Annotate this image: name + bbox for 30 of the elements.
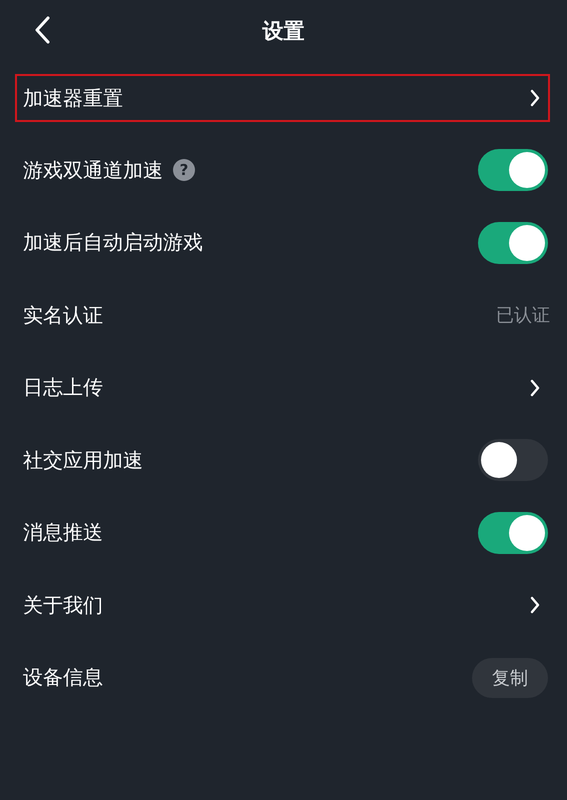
row-label: 加速器重置 bbox=[23, 84, 123, 112]
settings-row[interactable]: 加速后自动启动游戏 bbox=[15, 208, 550, 278]
settings-row[interactable]: 日志上传 bbox=[15, 352, 550, 422]
chevron-right-icon bbox=[530, 89, 540, 107]
settings-row[interactable]: 社交应用加速 bbox=[15, 425, 550, 495]
help-icon[interactable]: ? bbox=[173, 159, 195, 181]
row-label: 日志上传 bbox=[23, 374, 103, 401]
toggle-switch[interactable] bbox=[478, 439, 548, 481]
toggle-switch[interactable] bbox=[478, 149, 548, 191]
settings-row[interactable]: 关于我们 bbox=[15, 570, 550, 640]
row-label: 游戏双通道加速 bbox=[23, 156, 163, 184]
settings-row[interactable]: 加速器重置 bbox=[15, 74, 550, 122]
back-icon[interactable] bbox=[34, 16, 50, 44]
chevron-right-icon bbox=[530, 378, 540, 396]
row-label: 加速后自动启动游戏 bbox=[23, 229, 203, 256]
settings-row[interactable]: 实名认证 已认证 bbox=[15, 280, 550, 350]
copy-button[interactable]: 复制 bbox=[472, 658, 548, 698]
page-title: 设置 bbox=[262, 18, 304, 45]
settings-row[interactable]: 游戏双通道加速 ? bbox=[15, 135, 550, 205]
row-label: 社交应用加速 bbox=[23, 446, 143, 474]
row-label: 关于我们 bbox=[23, 592, 103, 618]
settings-row[interactable]: 消息推送 bbox=[15, 498, 550, 568]
toggle-switch[interactable] bbox=[478, 512, 548, 554]
chevron-right-icon bbox=[530, 596, 540, 614]
row-label: 实名认证 bbox=[23, 302, 103, 328]
status-text: 已认证 bbox=[496, 304, 550, 327]
toggle-switch[interactable] bbox=[478, 222, 548, 264]
settings-row[interactable]: 设备信息 复制 bbox=[15, 642, 550, 712]
row-label: 设备信息 bbox=[23, 664, 103, 691]
row-label: 消息推送 bbox=[23, 519, 103, 546]
